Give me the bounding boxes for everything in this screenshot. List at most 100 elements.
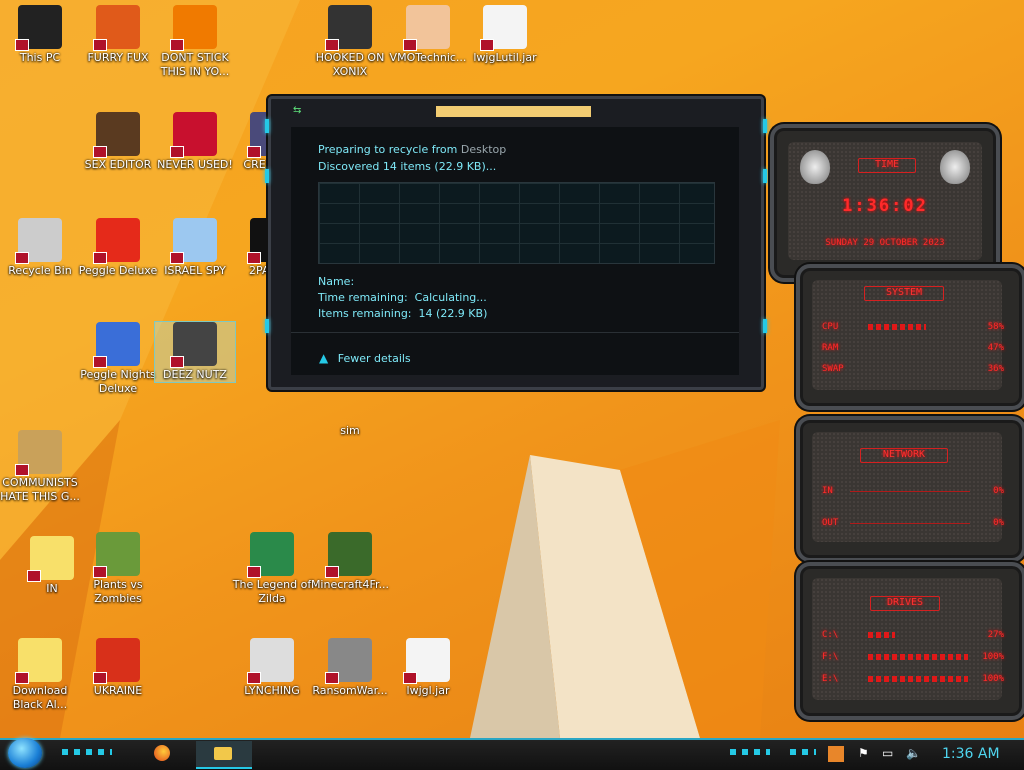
money-bag-icon [15, 430, 62, 476]
desktop-icon-label: ISRAEL SPY [164, 264, 226, 277]
divider [291, 332, 739, 333]
desktop-icon[interactable]: ISRAEL SPY [155, 218, 235, 278]
gadget-row-value: 0% [993, 486, 1004, 496]
desktop-icon[interactable]: Peggle Deluxe [78, 218, 158, 278]
cartoon-icon [27, 536, 74, 582]
desktop-icon-label: HOOKED ON XONIX [315, 51, 385, 78]
power-icon[interactable]: ▭ [882, 746, 898, 762]
desktop-icon[interactable]: This PC [0, 5, 80, 65]
desktop-icon[interactable]: DONT STICK THIS IN YO... [155, 5, 235, 79]
shortcut-arrow-icon [403, 39, 417, 51]
desktop-icon-label: The Legend of Zilda [232, 578, 312, 605]
gadget-level-bar [868, 324, 926, 330]
time-remaining-value: Calculating... [414, 291, 487, 304]
minecraft-icon [325, 532, 372, 578]
desktop-icon[interactable]: The Legend of Zilda [232, 532, 312, 606]
time-remaining-label: Time remaining: [318, 291, 408, 304]
desktop-icon-label: Plants vs Zombies [93, 578, 143, 605]
network-warning-icon[interactable]: ⚑ [858, 746, 874, 762]
recycle-bin-icon [15, 218, 62, 264]
gadget-traffic-line [850, 523, 970, 524]
gadget-row-value: 0% [993, 518, 1004, 528]
file-explorer-taskbar-button[interactable] [196, 741, 252, 769]
time-gadget[interactable]: TIME 1:36:02 SUNDAY 29 OCTOBER 2023 [770, 124, 1000, 282]
desktop-icon[interactable]: FURRY FUX [78, 5, 158, 65]
progress-graph [318, 182, 715, 264]
desktop-icon[interactable]: Download Black Al... [0, 638, 80, 712]
desktop-icon-label: SEX EDITOR [84, 158, 152, 171]
desktop-icon-label: lwjgLutil.jar [473, 51, 537, 64]
desktop-icon[interactable]: VMOTechnic... [388, 5, 468, 65]
status-prefix: Preparing to recycle from [318, 143, 461, 156]
zelda-icon [247, 532, 294, 578]
desktop-icon[interactable]: NEVER USED! [155, 112, 235, 172]
system-title: SYSTEM [864, 286, 944, 301]
shortcut-arrow-icon [170, 356, 184, 368]
shortcut-arrow-icon [15, 252, 29, 264]
gadget-row-value: 100% [982, 652, 1004, 662]
taskbar-decor [62, 749, 112, 755]
desktop-icon[interactable]: DEEZ NUTZ [154, 321, 236, 383]
desktop-icon[interactable]: UKRAINE [78, 638, 158, 698]
taskbar-decor [790, 749, 816, 755]
gadget-row-value: 58% [987, 322, 1004, 332]
desktop-icon[interactable]: LYNCHING [232, 638, 312, 698]
desktop-icon-label: FURRY FUX [87, 51, 149, 64]
desktop-icon[interactable]: Plants vs Zombies [78, 532, 158, 606]
gadget-row-label: C:\ [822, 630, 839, 640]
desktop-icon[interactable]: Recycle Bin [0, 218, 80, 278]
firefox-taskbar-button[interactable] [150, 742, 174, 766]
shortcut-arrow-icon [247, 252, 261, 264]
items-remaining-label: Items remaining: [318, 307, 412, 320]
desktop-icon[interactable]: HOOKED ON XONIX [310, 5, 390, 79]
gadget-row-label: E:\ [822, 674, 839, 684]
desktop-icon-label: COMMUNISTS HATE THIS G... [0, 476, 80, 503]
recycle-arrows-icon: ⇆ [293, 105, 302, 116]
desktop-icon[interactable]: lwjgLutil.jar [465, 5, 545, 65]
skull-icon [325, 638, 372, 684]
frame-light [265, 319, 269, 333]
desktop-icon[interactable]: Minecraft4Fr... [310, 532, 390, 592]
gadget-row-value: 27% [987, 630, 1004, 640]
gadget-row-label: IN [822, 486, 833, 496]
firefox-icon [93, 5, 140, 51]
gadget-row-label: RAM [822, 343, 839, 353]
dialog-titlebar[interactable]: ⇆ [271, 99, 761, 123]
cartoon2-icon [15, 638, 62, 684]
dialog-body: Preparing to recycle from Desktop Discov… [291, 127, 739, 375]
desktop-icon[interactable]: RansomWar... [310, 638, 390, 698]
desktop-icon[interactable]: Peggle Nights Deluxe [78, 322, 158, 396]
shortcut-arrow-icon [93, 39, 107, 51]
fewer-details-button[interactable]: ▲ Fewer details [319, 351, 411, 365]
desktop-icon[interactable]: COMMUNISTS HATE THIS G... [0, 430, 80, 504]
network-gadget[interactable]: NETWORK IN 0% OUT 0% [796, 416, 1024, 562]
shortcut-arrow-icon [93, 146, 107, 158]
items-remaining-row: Items remaining: 14 (22.9 KB) [318, 307, 487, 320]
dialog-title-highlight [436, 106, 591, 117]
desktop-icon[interactable]: SEX EDITOR [78, 112, 158, 172]
time-title: TIME [858, 158, 916, 173]
gadget-row-label: SWAP [822, 364, 844, 374]
system-gadget[interactable]: SYSTEM CPU 58% RAM 47% SWAP 36% [796, 264, 1024, 410]
peggle-nights-icon [93, 322, 140, 368]
taskbar-clock[interactable]: 1:36 AM [942, 746, 1000, 762]
frame-light [763, 119, 767, 133]
desktop-icon-label: NEVER USED! [157, 158, 233, 171]
drives-gadget[interactable]: DRIVES C:\ 27% F:\ 100% E:\ 100% [796, 562, 1024, 720]
shortcut-arrow-icon [170, 39, 184, 51]
source-location-link[interactable]: Desktop [461, 143, 506, 156]
shortcut-arrow-icon [27, 570, 41, 582]
desktop-icon[interactable]: lwjgl.jar [388, 638, 468, 698]
gadget-row-label: OUT [822, 518, 839, 528]
frame-light [763, 319, 767, 333]
arrow-up-icon: ▲ [319, 351, 329, 365]
start-button[interactable] [8, 738, 42, 768]
tray-app-icon[interactable] [828, 746, 844, 762]
shortcut-arrow-icon [93, 356, 107, 368]
shortcut-arrow-icon [93, 252, 107, 264]
alien-head-icon [800, 150, 830, 184]
desktop-icon-label: VMOTechnic... [389, 51, 467, 64]
editor-icon [93, 112, 140, 158]
frame-light [763, 169, 767, 183]
volume-icon[interactable]: 🔈 [906, 746, 922, 762]
